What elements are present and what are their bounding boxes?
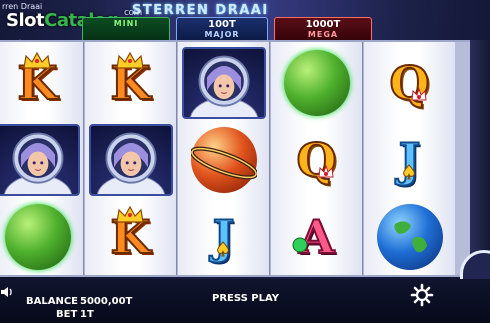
reel-cell: Q	[364, 44, 455, 121]
crown-ornament-icon	[410, 86, 427, 100]
symbol-earth-planet	[376, 203, 443, 270]
symbol-a: A	[292, 213, 335, 261]
jackpot-major-amount: 100T	[208, 19, 236, 30]
symbol-red-planet	[189, 126, 258, 193]
spade-icon	[403, 163, 416, 179]
symbol-astronaut	[88, 123, 173, 196]
reel-cell: J	[364, 121, 455, 198]
jackpot-mini: MINI	[82, 17, 170, 42]
speaker-icon[interactable]	[0, 285, 14, 299]
jackpot-major-label: MAJOR	[204, 30, 240, 39]
jackpot-mini-label: MINI	[113, 19, 139, 28]
symbol-q: Q	[295, 132, 337, 187]
reel-cell: K	[85, 198, 176, 275]
reel-cell: Q	[271, 121, 362, 198]
reel-5: QJ	[364, 42, 455, 275]
reel-frame-edge	[470, 40, 490, 277]
symbol-green-planet	[283, 49, 350, 116]
game-logo: STERREN DRAAI	[132, 3, 269, 18]
reel-1: K	[0, 42, 83, 275]
jackpot-mega-amount: 1000T	[305, 19, 341, 30]
top-bar: rren Draai SlotCatalog com STERREN DRAAI…	[0, 0, 490, 44]
jackpot-major: 100T MAJOR	[176, 17, 268, 42]
symbol-k: K	[17, 51, 58, 107]
jackpot-mega: 1000T MEGA	[274, 17, 372, 42]
jackpot-mega-label: MEGA	[307, 30, 339, 39]
reel-cell: K	[0, 44, 83, 121]
symbol-k: K	[110, 51, 151, 107]
reel-cell: K	[85, 44, 176, 121]
bet-value: 1T	[80, 309, 94, 320]
balance-label: BALANCE	[26, 296, 79, 307]
reel-cell: J	[178, 198, 269, 275]
reel-4: QA	[271, 42, 362, 275]
crown-ornament-icon	[317, 163, 334, 177]
spade-icon	[217, 240, 230, 256]
symbol-j: J	[398, 132, 422, 187]
press-play-label: PRESS PLAY	[212, 293, 280, 304]
symbol-green-planet	[4, 203, 71, 270]
symbol-k: K	[110, 205, 151, 261]
reel-cell	[271, 44, 362, 121]
symbol-astronaut	[181, 46, 266, 119]
reel-cell	[0, 198, 83, 275]
reel-cell	[178, 44, 269, 121]
reel-cell	[0, 121, 83, 198]
bet-label: BET	[56, 309, 78, 320]
reel-3: J	[178, 42, 269, 275]
symbol-j: J	[212, 209, 236, 264]
settings-gear-icon[interactable]	[410, 283, 434, 307]
watermark-main: Slot	[6, 10, 45, 31]
reel-cell	[85, 121, 176, 198]
reel-grid: KKKJQAQJ	[0, 40, 470, 277]
crown-icon	[22, 51, 51, 69]
green-gem-icon	[292, 237, 308, 252]
reel-cell	[178, 121, 269, 198]
reel-cell: A	[271, 198, 362, 275]
reel-2: KK	[85, 42, 176, 275]
crown-icon	[115, 205, 144, 223]
symbol-astronaut	[0, 123, 80, 196]
balance-value: 5000,00T	[80, 296, 133, 307]
reel-cell	[364, 198, 455, 275]
crown-icon	[115, 51, 144, 69]
symbol-q: Q	[388, 55, 430, 110]
